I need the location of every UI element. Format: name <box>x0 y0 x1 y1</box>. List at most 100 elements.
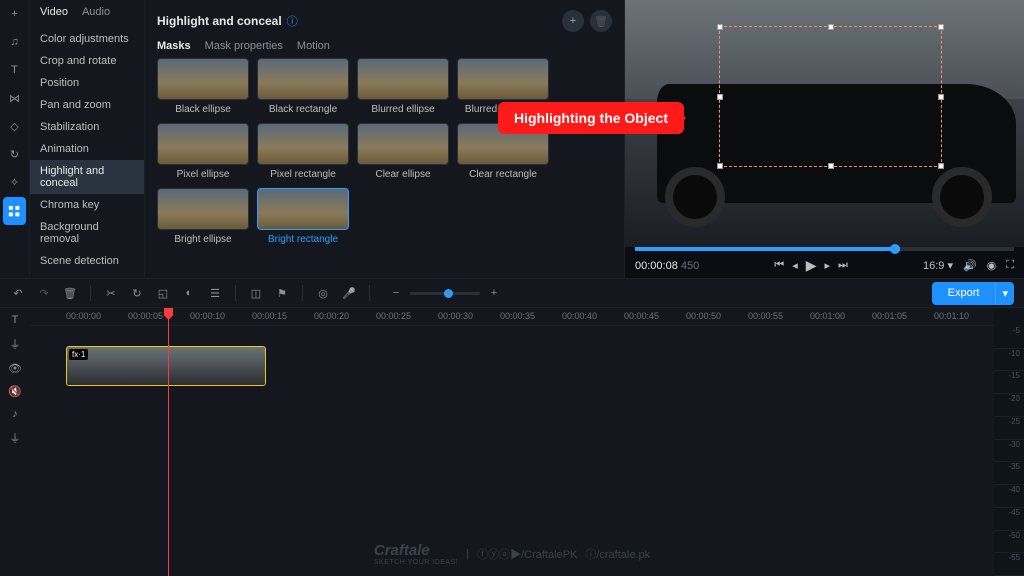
add-mask-button[interactable]: + <box>562 10 584 32</box>
meter-tick: -55 <box>994 553 1024 576</box>
meter-tick: -10 <box>994 349 1024 372</box>
tool-stabilization[interactable]: Stabilization <box>30 116 144 138</box>
tool-scene-detection[interactable]: Scene detection <box>30 250 144 272</box>
delete-icon[interactable]: 🗑 <box>62 287 78 300</box>
step-back-icon[interactable]: ◂ <box>792 259 798 272</box>
tool-animation[interactable]: Animation <box>30 138 144 160</box>
zoom-in-icon[interactable]: + <box>486 287 502 299</box>
prev-clip-icon[interactable]: ⏮ <box>774 259 784 272</box>
link2-icon[interactable]: ⏚ <box>10 430 21 446</box>
subtab-motion[interactable]: Motion <box>297 40 330 52</box>
tool-background-removal[interactable]: Background removal <box>30 216 144 250</box>
ruler-tick: 00:00:55 <box>748 311 783 321</box>
marker-icon[interactable]: ⚑ <box>274 287 290 300</box>
timeline: T ⏚ 👁 🔇 ♪ ⏚ 00:00:0000:00:0500:00:1000:0… <box>0 308 1024 576</box>
ruler-tick: 00:00:15 <box>252 311 287 321</box>
volume-icon[interactable]: 🔊 <box>963 259 977 272</box>
aspect-ratio[interactable]: 16:9 ▾ <box>923 259 953 272</box>
mask-bright-ellipse[interactable]: Bright ellipse <box>157 188 249 245</box>
subtab-masks[interactable]: Masks <box>157 40 191 52</box>
tab-audio[interactable]: Audio <box>82 6 110 18</box>
preview-panel: 00:00:08 450 ⏮ ◂ ▶ ▸ ⏭ 16:9 ▾ 🔊 ◉ ⛶ <box>624 0 1024 278</box>
zoom-slider[interactable] <box>410 292 480 295</box>
overlay-icon[interactable]: ◫ <box>248 287 264 300</box>
mask-black-rectangle[interactable]: Black rectangle <box>257 58 349 115</box>
mask-black-ellipse[interactable]: Black ellipse <box>157 58 249 115</box>
split-icon[interactable]: ✂ <box>103 287 119 300</box>
history-icon[interactable]: ↻ <box>0 140 29 168</box>
color-icon[interactable]: ◐ <box>181 287 197 299</box>
tool-crop-and-rotate[interactable]: Crop and rotate <box>30 50 144 72</box>
sticker-icon[interactable]: ◇ <box>0 112 29 140</box>
timecode: 00:00:08 450 <box>635 260 699 272</box>
snapshot-icon[interactable]: ◉ <box>987 259 997 272</box>
mask-clear-ellipse[interactable]: Clear ellipse <box>357 123 449 180</box>
watermark: CraftaleSKETCH YOUR IDEAS! | ⓕⓨⓞ▶/Crafta… <box>374 542 650 566</box>
tool-chroma-key[interactable]: Chroma key <box>30 194 144 216</box>
redo-icon[interactable]: ↷ <box>36 287 52 300</box>
video-track-icon[interactable]: 👁 <box>8 362 22 375</box>
mask-selection-box[interactable] <box>719 26 942 167</box>
effects-icon[interactable]: ✧ <box>0 168 29 196</box>
left-rail: + ♫ T ⋈ ◇ ↻ ✧ <box>0 0 30 278</box>
time-ruler[interactable]: 00:00:0000:00:0500:00:1000:00:1500:00:20… <box>30 308 994 326</box>
tool-pan-and-zoom[interactable]: Pan and zoom <box>30 94 144 116</box>
play-icon[interactable]: ▶ <box>806 257 817 274</box>
step-fwd-icon[interactable]: ▸ <box>825 259 831 272</box>
ruler-tick: 00:00:00 <box>66 311 101 321</box>
export-dropdown[interactable]: ▾ <box>995 282 1014 305</box>
add-icon[interactable]: + <box>0 0 29 28</box>
subtab-mask-properties[interactable]: Mask properties <box>205 40 283 52</box>
transition-icon[interactable]: ⋈ <box>0 84 29 112</box>
meter-tick: -20 <box>994 394 1024 417</box>
ruler-tick: 00:00:20 <box>314 311 349 321</box>
timeline-toolbar: ↶ ↷ 🗑 ✂ ↻ ◱ ◐ ☰ ◫ ⚑ ◎ 🎤 − + Export ▾ <box>0 278 1024 308</box>
adjust-icon[interactable]: ☰ <box>207 287 223 300</box>
ruler-tick: 00:00:40 <box>562 311 597 321</box>
meter-tick: -50 <box>994 531 1024 554</box>
rotate-icon[interactable]: ↻ <box>129 287 145 300</box>
preview-progress[interactable] <box>635 247 1014 251</box>
ruler-tick: 00:00:30 <box>438 311 473 321</box>
next-clip-icon[interactable]: ⏭ <box>838 259 848 272</box>
meter-tick: -45 <box>994 508 1024 531</box>
undo-icon[interactable]: ↶ <box>10 287 26 300</box>
tool-color-adjustments[interactable]: Color adjustments <box>30 28 144 50</box>
text-track-icon[interactable]: T <box>12 314 19 326</box>
export-button[interactable]: Export <box>932 282 996 305</box>
audio-track-icon[interactable]: ♪ <box>12 408 18 420</box>
ruler-tick: 00:00:45 <box>624 311 659 321</box>
ruler-tick: 00:00:10 <box>190 311 225 321</box>
meter-tick: -40 <box>994 485 1024 508</box>
tab-video[interactable]: Video <box>40 6 68 18</box>
video-track[interactable]: fx·1 <box>30 346 994 386</box>
annotation-callout: Highlighting the Object <box>498 102 684 134</box>
tool-position[interactable]: Position <box>30 72 144 94</box>
ruler-tick: 00:01:10 <box>934 311 969 321</box>
playhead[interactable] <box>168 308 169 576</box>
link-icon[interactable]: ⏚ <box>10 336 21 352</box>
mute-icon[interactable]: 🔇 <box>8 385 22 398</box>
text-icon[interactable]: T <box>0 56 29 84</box>
mask-bright-rectangle[interactable]: Bright rectangle <box>257 188 349 245</box>
ruler-tick: 00:01:00 <box>810 311 845 321</box>
music-icon[interactable]: ♫ <box>0 28 29 56</box>
audio-meters: -5-10-15-20-25-30-35-40-45-50-55 <box>994 308 1024 576</box>
delete-mask-button[interactable]: 🗑 <box>590 10 612 32</box>
tool-sidebar: Video Audio Color adjustmentsCrop and ro… <box>30 0 145 278</box>
mask-pixel-rectangle[interactable]: Pixel rectangle <box>257 123 349 180</box>
help-icon[interactable]: ⓘ <box>287 13 298 29</box>
mask-blurred-ellipse[interactable]: Blurred ellipse <box>357 58 449 115</box>
ruler-tick: 00:00:35 <box>500 311 535 321</box>
more-icon[interactable] <box>3 197 26 225</box>
ruler-tick: 00:01:05 <box>872 311 907 321</box>
video-clip[interactable]: fx·1 <box>66 346 266 386</box>
fullscreen-icon[interactable]: ⛶ <box>1006 259 1014 272</box>
mask-pixel-ellipse[interactable]: Pixel ellipse <box>157 123 249 180</box>
record-icon[interactable]: ◎ <box>315 287 331 300</box>
meter-tick: -35 <box>994 462 1024 485</box>
mic-icon[interactable]: 🎤 <box>341 287 357 300</box>
tool-highlight-and-conceal[interactable]: Highlight and conceal <box>30 160 144 194</box>
zoom-out-icon[interactable]: − <box>388 287 404 299</box>
crop-icon[interactable]: ◱ <box>155 287 171 300</box>
